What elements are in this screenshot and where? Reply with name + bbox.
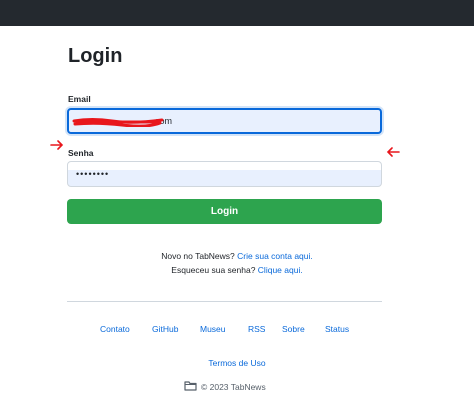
signup-help-text: Novo no TabNews? Crie sua conta aqui. [0,251,474,261]
folder-icon [184,381,197,391]
copyright-text: © 2023 TabNews [201,382,266,392]
password-field[interactable] [67,161,382,187]
footer-link-status[interactable]: Status [325,324,349,334]
footer-link-contato[interactable]: Contato [100,324,130,334]
terms-link[interactable]: Termos de Uso [208,358,265,368]
login-page: Login Email Senha Login Novo no TabNews?… [0,26,474,417]
login-button[interactable]: Login [67,199,382,224]
forgot-password-link[interactable]: Clique aqui. [258,265,303,275]
annotation-arrow-left [50,140,64,150]
page-title: Login [68,45,123,67]
signup-link[interactable]: Crie sua conta aqui. [237,251,313,261]
footer-divider [67,301,382,302]
password-label: Senha [68,148,94,158]
top-navigation-bar [0,0,474,26]
footer-link-museu[interactable]: Museu [200,324,226,334]
email-label: Email [68,94,91,104]
forgot-prefix: Esqueceu sua senha? [171,265,256,275]
terms-line: Termos de Uso [0,358,474,368]
email-field[interactable] [67,108,382,134]
forgot-password-help-text: Esqueceu sua senha? Clique aqui. [0,265,474,275]
footer-link-rss[interactable]: RSS [248,324,265,334]
signup-prefix: Novo no TabNews? [161,251,235,261]
footer-link-github[interactable]: GitHub [152,324,178,334]
footer-link-sobre[interactable]: Sobre [282,324,305,334]
annotation-arrow-right [386,147,400,157]
